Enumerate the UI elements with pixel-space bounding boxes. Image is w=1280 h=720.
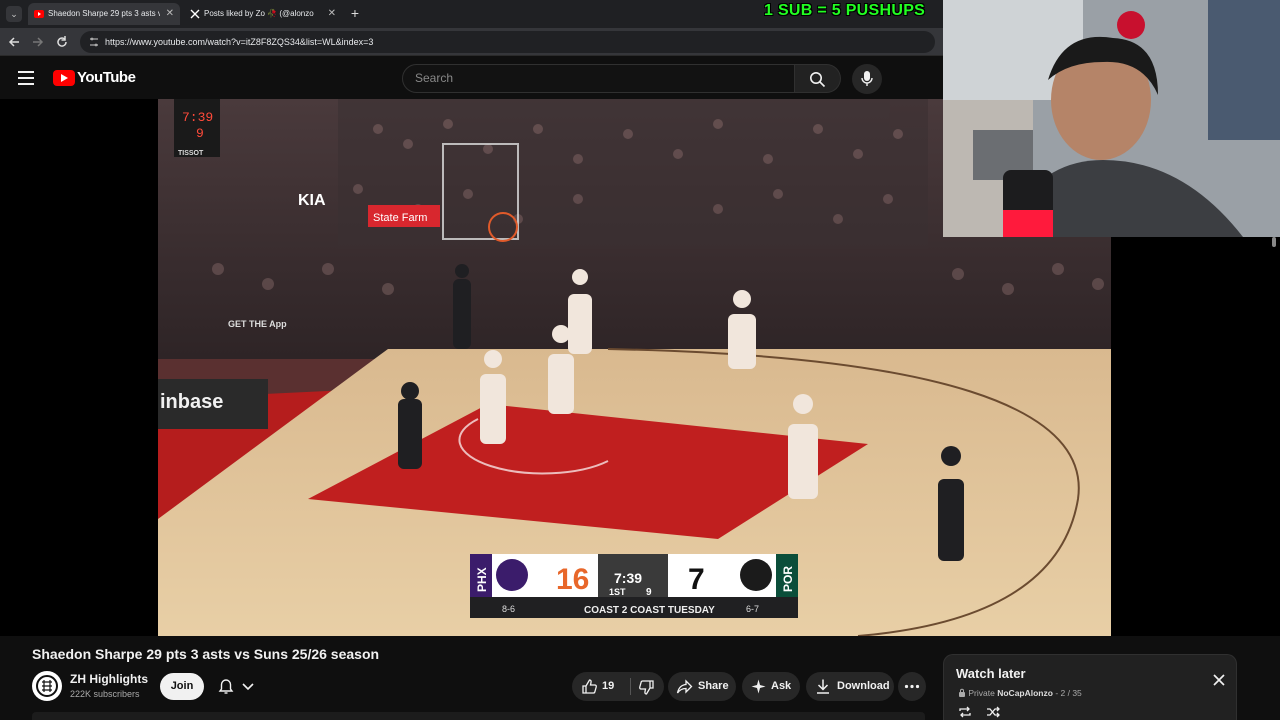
home-score: 7 [688, 563, 705, 596]
home-abbr: POR [781, 566, 795, 592]
ask-button[interactable]: Ask [742, 672, 800, 701]
new-tab-button[interactable]: + [346, 4, 364, 22]
away-abbr: PHX [475, 567, 489, 592]
channel-name[interactable]: ZH Highlights [70, 672, 148, 686]
search-button[interactable] [795, 64, 841, 93]
more-actions-button[interactable] [898, 672, 926, 701]
tab-label: Posts liked by Zo 🥀 (@alonzo [204, 9, 314, 18]
voice-search-button[interactable] [852, 64, 882, 94]
arena-shot-clock: 9 [196, 126, 204, 141]
notifications-button[interactable] [210, 673, 266, 700]
tab-search-button[interactable]: ⌄ [6, 6, 22, 22]
tab-label: Shaedon Sharpe 29 pts 3 asts vs [48, 9, 160, 18]
youtube-icon [34, 10, 44, 18]
youtube-play-icon [53, 70, 75, 86]
webcam-overlay [943, 0, 1280, 237]
arena-game-clock: 7:39 [182, 110, 213, 125]
channel-logo-icon [33, 672, 61, 700]
away-record: 8-6 [502, 604, 515, 614]
video-title: Shaedon Sharpe 29 pts 3 asts vs Suns 25/… [32, 646, 380, 662]
ad-tissot: TISSOT [178, 150, 204, 157]
address-bar[interactable]: https://www.youtube.com/watch?v=itZ8F8ZQ… [80, 31, 935, 53]
share-button[interactable]: Share [668, 672, 736, 701]
share-icon [676, 679, 693, 694]
watch-later-playlist-panel: Watch later Private NoCapAlonzo - 2 / 35 [943, 654, 1237, 720]
thumbs-down-icon [639, 680, 654, 695]
ask-label: Ask [771, 680, 792, 692]
show-name: COAST 2 COAST TUESDAY [584, 605, 715, 616]
away-score: 16 [556, 563, 589, 596]
close-tab-icon[interactable]: ✕ [328, 3, 336, 25]
description-box-edge [32, 712, 925, 720]
download-button[interactable]: Download [806, 672, 894, 701]
player-letterbox-right [1111, 237, 1280, 636]
ad-get-the-app: GET THE App [228, 319, 287, 329]
download-label: Download [837, 680, 890, 692]
youtube-logo-text: YouTube [77, 69, 136, 86]
playlist-privacy: Private [968, 688, 995, 698]
player-letterbox-left [0, 99, 158, 636]
sub-pushups-banner: 1 SUB = 5 PUSHUPS [764, 2, 926, 19]
shot-clock: 9 [646, 587, 652, 598]
playlist-owner[interactable]: NoCapAlonzo [997, 688, 1053, 698]
ad-state-farm: State Farm [373, 212, 427, 224]
menu-icon[interactable] [18, 71, 34, 85]
subscriber-count: 222K subscribers [70, 689, 140, 699]
like-dislike-group: 19 [572, 672, 664, 701]
thumbs-up-icon [582, 679, 597, 694]
close-tab-icon[interactable]: ✕ [166, 3, 174, 25]
sparkle-icon [751, 679, 766, 694]
game-clock: 7:39 [614, 570, 642, 586]
score-bug: PHX 16 7:39 1ST 9 7 POR 8-6 COAST 2 COAS… [470, 554, 798, 618]
browser-tab-youtube[interactable]: Shaedon Sharpe 29 pts 3 asts vs ✕ [28, 3, 180, 25]
x-icon [190, 9, 200, 19]
lock-icon [959, 688, 965, 697]
like-count: 19 [602, 680, 615, 692]
bell-icon [218, 679, 234, 694]
share-label: Share [698, 680, 729, 692]
period: 1ST [609, 587, 626, 597]
like-button[interactable]: 19 [572, 672, 630, 701]
close-icon[interactable] [1212, 673, 1226, 687]
streamer-webcam-image [943, 0, 1280, 237]
home-record: 6-7 [746, 604, 759, 614]
url-text[interactable]: https://www.youtube.com/watch?v=itZ8F8ZQ… [105, 31, 373, 53]
microphone-icon [861, 71, 873, 86]
more-horizontal-icon [904, 684, 920, 689]
shuffle-icon[interactable] [986, 706, 1000, 718]
search-input[interactable]: Search [415, 65, 453, 92]
channel-avatar[interactable] [32, 671, 62, 701]
dislike-button[interactable] [631, 672, 664, 701]
browser-tab-x[interactable]: Posts liked by Zo 🥀 (@alonzo ✕ [184, 3, 342, 25]
browser-tab-bar: ⌄ Shaedon Sharpe 29 pts 3 asts vs ✕ Post… [0, 0, 943, 28]
search-icon [810, 72, 826, 88]
scrollbar-thumb[interactable] [1272, 237, 1276, 247]
chevron-down-icon [242, 683, 254, 691]
playlist-title[interactable]: Watch later [956, 666, 1026, 681]
site-info-icon[interactable] [88, 36, 100, 48]
ad-kia: KIA [298, 192, 326, 209]
join-button[interactable]: Join [160, 673, 204, 700]
forward-arrow-icon[interactable] [30, 34, 46, 50]
ad-coinbase: inbase [160, 391, 223, 413]
back-arrow-icon[interactable] [6, 34, 22, 50]
search-bar[interactable]: Search [402, 64, 795, 93]
playlist-position: - 2 / 35 [1055, 688, 1082, 698]
loop-icon[interactable] [958, 706, 972, 718]
download-icon [817, 679, 829, 694]
reload-icon[interactable] [54, 34, 70, 50]
browser-toolbar: https://www.youtube.com/watch?v=itZ8F8ZQ… [0, 28, 943, 56]
youtube-header: YouTube Search [0, 57, 943, 99]
playlist-meta: Private NoCapAlonzo - 2 / 35 [958, 688, 1082, 698]
